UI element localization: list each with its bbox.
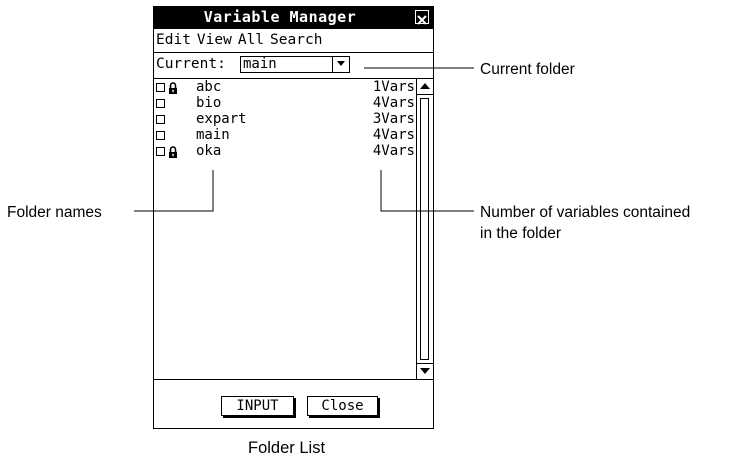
folder-names-annotation: Folder names [7,204,102,221]
current-folder-annotation: Current folder [480,61,575,78]
figure-caption: Folder List [248,439,326,457]
num-vars-annotation-line1: Number of variables contained [480,204,691,221]
callout-lines [134,67,474,212]
num-vars-annotation-line2: in the folder [480,225,561,242]
